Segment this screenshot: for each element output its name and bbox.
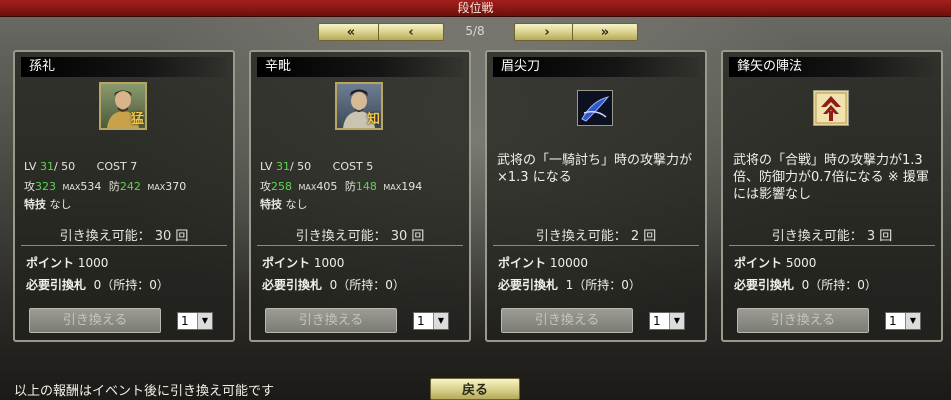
cost-label: COST xyxy=(96,160,127,173)
page-indicator: 5/8 xyxy=(465,24,485,38)
required-tickets-label: 必要引換札 xyxy=(262,278,323,292)
dropdown-arrow-icon[interactable]: ▼ xyxy=(905,313,920,329)
dropdown-arrow-icon[interactable]: ▼ xyxy=(197,313,212,329)
reward-card-meijiandao: 眉尖刀 武将の「一騎討ち」時の攻撃力が ×1.3 になる 引き換え可能： 2 回… xyxy=(485,50,707,342)
footer-note: 以上の報酬はイベント後に引き換え可能です xyxy=(14,384,275,399)
atk-max-label: MAX xyxy=(298,183,317,192)
def-max-label: MAX xyxy=(383,183,402,192)
general-type-badge: 猛 xyxy=(130,112,144,127)
required-tickets-value: 0（所持：0） xyxy=(329,278,405,292)
required-tickets-value: 0（所持：0） xyxy=(93,278,169,292)
remaining-count: 引き換え可能： 2 回 xyxy=(535,229,657,244)
quantity-select[interactable]: 1 ▼ xyxy=(885,312,921,330)
quantity-select[interactable]: 1 ▼ xyxy=(177,312,213,330)
points-label: ポイント xyxy=(498,256,547,270)
cost-value: 7 xyxy=(130,160,138,173)
exchange-button[interactable]: 引き換える xyxy=(265,308,397,333)
atk-label: 攻 xyxy=(24,180,35,193)
remaining-count: 引き換え可能： 30 回 xyxy=(295,229,425,244)
atk-max-value: 534 xyxy=(80,180,102,193)
def-value: 242 xyxy=(119,180,141,193)
title-bar: 段位戦 xyxy=(0,0,951,17)
skill-value: なし xyxy=(285,198,308,211)
points-value: 10000 xyxy=(549,256,589,270)
required-tickets-label: 必要引換札 xyxy=(498,278,559,292)
lv-max: / 50 xyxy=(289,160,312,173)
divider xyxy=(257,245,463,246)
required-tickets-label: 必要引換札 xyxy=(26,278,87,292)
points-value: 1000 xyxy=(313,256,345,270)
lv-label: LV xyxy=(24,160,37,173)
divider xyxy=(21,245,227,246)
quantity-value: 1 xyxy=(181,314,189,328)
card-title: 孫礼 xyxy=(21,57,227,77)
dropdown-arrow-icon[interactable]: ▼ xyxy=(433,313,448,329)
atk-value: 323 xyxy=(35,180,56,193)
exchange-button[interactable]: 引き換える xyxy=(501,308,633,333)
def-value: 148 xyxy=(355,180,377,193)
cost-value: 5 xyxy=(366,160,374,173)
lv-value: 31 xyxy=(275,160,290,173)
points-label: ポイント xyxy=(26,256,75,270)
quantity-select[interactable]: 1 ▼ xyxy=(649,312,685,330)
exchange-button[interactable]: 引き換える xyxy=(737,308,869,333)
remaining-count: 引き換え可能： 30 回 xyxy=(59,229,189,244)
def-max-value: 194 xyxy=(401,180,423,193)
blade-icon xyxy=(577,90,613,126)
item-description: 武将の「一騎討ち」時の攻撃力が ×1.3 になる xyxy=(497,153,693,185)
item-description: 武将の「合戦」時の攻撃力が1.3倍、防御力が0.7倍になる ※ 援軍には影響なし xyxy=(733,153,929,202)
card-title: 辛毗 xyxy=(257,57,463,77)
def-label: 防 xyxy=(108,180,120,193)
atk-value: 258 xyxy=(271,180,292,193)
back-button[interactable]: 戻る xyxy=(430,378,520,400)
first-page-button[interactable]: « xyxy=(318,23,384,41)
reward-card-houshi-formation: 鋒矢の陣法 武将の「合戦」時の攻撃力が1.3倍、防御力が0.7倍になる ※ 援軍… xyxy=(721,50,943,342)
points-label: ポイント xyxy=(734,256,783,270)
next-page-button[interactable]: › xyxy=(514,23,580,41)
remaining-count: 引き換え可能： 3 回 xyxy=(771,229,893,244)
general-type-badge: 知 xyxy=(366,112,380,127)
atk-max-value: 405 xyxy=(316,180,338,193)
general-portrait: 猛 xyxy=(99,82,147,130)
required-tickets-value: 0（所持：0） xyxy=(801,278,877,292)
quantity-value: 1 xyxy=(889,314,897,328)
card-title: 鋒矢の陣法 xyxy=(729,57,935,77)
cost-label: COST xyxy=(332,160,363,173)
skill-label: 特技 xyxy=(260,198,282,211)
general-portrait: 知 xyxy=(335,82,383,130)
points-value: 1000 xyxy=(77,256,109,270)
reward-card-sunli: 孫礼 猛 LV 31/ 50 COST 7 攻323 MAX534 防242 M… xyxy=(13,50,235,342)
quantity-value: 1 xyxy=(653,314,661,328)
card-title: 眉尖刀 xyxy=(493,57,699,77)
points-label: ポイント xyxy=(262,256,311,270)
divider xyxy=(729,245,935,246)
points-value: 5000 xyxy=(785,256,817,270)
lv-label: LV xyxy=(260,160,273,173)
def-max-value: 370 xyxy=(165,180,187,193)
quantity-select[interactable]: 1 ▼ xyxy=(413,312,449,330)
prev-page-button[interactable]: ‹ xyxy=(378,23,444,41)
def-label: 防 xyxy=(344,180,356,193)
exchange-button[interactable]: 引き換える xyxy=(29,308,161,333)
atk-label: 攻 xyxy=(260,180,271,193)
window-title: 段位戦 xyxy=(457,1,494,15)
lv-max: / 50 xyxy=(53,160,76,173)
required-tickets-label: 必要引換札 xyxy=(734,278,795,292)
atk-max-label: MAX xyxy=(62,183,81,192)
quantity-value: 1 xyxy=(417,314,425,328)
skill-value: なし xyxy=(49,198,72,211)
required-tickets-value: 1（所持：0） xyxy=(565,278,641,292)
divider xyxy=(493,245,699,246)
lv-value: 31 xyxy=(39,160,54,173)
arrow-formation-icon xyxy=(813,90,849,126)
def-max-label: MAX xyxy=(147,183,166,192)
dropdown-arrow-icon[interactable]: ▼ xyxy=(669,313,684,329)
reward-card-xinpi: 辛毗 知 LV 31/ 50 COST 5 攻258 MAX405 防148 M… xyxy=(249,50,471,342)
skill-label: 特技 xyxy=(24,198,46,211)
last-page-button[interactable]: » xyxy=(572,23,638,41)
